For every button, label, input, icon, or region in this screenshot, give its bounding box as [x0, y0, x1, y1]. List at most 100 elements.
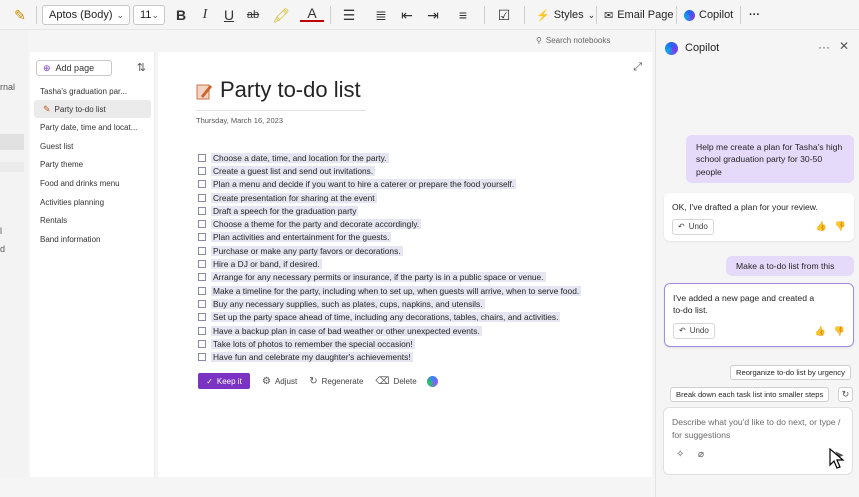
undo-button[interactable]: ↶ Undo [673, 322, 715, 339]
more-icon[interactable]: ··· [818, 40, 830, 54]
sparkle-prompts-icon[interactable]: ✧ [676, 449, 684, 460]
section-block[interactable] [0, 162, 24, 172]
todo-text[interactable]: Hire a DJ or band, if desired. [211, 259, 322, 270]
note-canvas: ⤢ Party to-do list Thursday, March 16, 2… [158, 52, 652, 477]
tag-icon[interactable]: ☑ [490, 5, 518, 25]
todo-text[interactable]: Have fun and celebrate my daughter's ach… [211, 352, 413, 363]
numbering-icon[interactable]: ≣ [368, 5, 394, 25]
styles-button[interactable]: ⚡ Styles ⌄ [536, 5, 595, 25]
email-page-button[interactable]: ✉ Email Page [604, 5, 673, 25]
page-item[interactable]: Activities planning [34, 193, 151, 211]
page-item[interactable]: Rentals [34, 211, 151, 229]
todo-text[interactable]: Have a backup plan in case of bad weathe… [211, 325, 482, 336]
todo-text[interactable]: Create a guest list and send out invitat… [211, 165, 376, 176]
attach-icon[interactable]: ⌀ [698, 449, 704, 460]
chat-composer[interactable]: Describe what you'd like to do next, or … [663, 407, 853, 475]
close-icon[interactable]: ✕ [839, 39, 849, 53]
todo-checkbox[interactable] [198, 313, 206, 322]
feedback-buttons: 👍 👎 [816, 220, 846, 233]
todo-text[interactable]: Purchase or make any party favors or dec… [211, 245, 403, 256]
todo-checkbox[interactable] [198, 246, 206, 255]
refresh-suggestions-icon[interactable]: ↻ [838, 387, 853, 402]
font-name-dropdown[interactable]: Aptos (Body) ⌄ [42, 5, 130, 25]
undo-button[interactable]: ↶ Undo [672, 219, 714, 236]
copilot-pane: Copilot ··· ✕ Help me create a plan for … [655, 30, 859, 497]
thumbs-down-icon[interactable]: 👎 [834, 325, 845, 338]
format-painter-icon[interactable]: ✎ [10, 5, 30, 25]
search-notebooks[interactable]: ⚲ Search notebooks [531, 32, 650, 48]
page-item[interactable]: Party date, time and locat... [34, 118, 151, 136]
bold-icon[interactable]: B [172, 5, 190, 25]
selected-section-block[interactable] [0, 134, 24, 150]
regenerate-button[interactable]: ↻ Regenerate [309, 376, 363, 387]
todo-item: Arrange for any necessary permits or ins… [198, 271, 638, 284]
todo-checkbox[interactable] [198, 220, 206, 229]
bullets-icon[interactable]: ☰ [336, 5, 362, 25]
todo-checkbox[interactable] [198, 339, 206, 348]
thumbs-up-icon[interactable]: 👍 [816, 220, 827, 233]
suggestion-chip[interactable]: Break down each task list into smaller s… [670, 387, 830, 402]
todo-item: Choose a theme for the party and decorat… [198, 217, 638, 230]
todo-text[interactable]: Make a timeline for the party, including… [211, 285, 582, 296]
notebook-label-fragment[interactable]: l [0, 226, 2, 236]
page-item-label: Party theme [40, 159, 84, 169]
expand-icon[interactable]: ⤢ [633, 61, 642, 74]
add-page-button[interactable]: ⊕ Add page [36, 60, 112, 76]
title-underline [196, 110, 366, 111]
todo-checkbox[interactable] [198, 193, 206, 202]
todo-text[interactable]: Choose a date, time, and location for th… [211, 152, 389, 163]
increase-indent-icon[interactable]: ⇥ [424, 5, 442, 25]
todo-checkbox[interactable] [198, 299, 206, 308]
status-bar [0, 477, 655, 497]
page-item-active[interactable]: ✎ Party to-do list [34, 100, 151, 118]
decrease-indent-icon[interactable]: ⇤ [398, 5, 416, 25]
underline-icon[interactable]: U [220, 5, 238, 25]
thumbs-up-icon[interactable]: 👍 [815, 325, 826, 338]
delete-icon: ⌫ [375, 375, 390, 387]
todo-text[interactable]: Plan activities and entertainment for th… [211, 232, 392, 243]
todo-text[interactable]: Buy any necessary supplies, such as plat… [211, 298, 485, 309]
todo-checkbox[interactable] [198, 273, 206, 282]
adjust-button[interactable]: ⚙ Adjust [262, 376, 297, 387]
page-item[interactable]: Guest list [34, 137, 151, 155]
italic-icon[interactable]: I [196, 5, 214, 25]
note-page-icon [196, 84, 212, 100]
todo-text[interactable]: Choose a theme for the party and decorat… [211, 219, 422, 230]
page-item[interactable]: Band information [34, 230, 151, 248]
todo-checkbox[interactable] [198, 153, 206, 162]
page-item[interactable]: Food and drinks menu [34, 174, 151, 192]
todo-checkbox[interactable] [198, 286, 206, 295]
highlight-icon[interactable]: 🖍 [268, 5, 294, 25]
page-item[interactable]: Party theme [34, 155, 151, 173]
todo-checkbox[interactable] [198, 233, 206, 242]
more-options-button[interactable]: ··· [749, 5, 760, 25]
thumbs-down-icon[interactable]: 👎 [835, 220, 846, 233]
todo-text[interactable]: Draft a speech for the graduation party [211, 205, 359, 216]
suggestion-chip[interactable]: Reorganize to-do list by urgency [730, 365, 851, 380]
sort-icon[interactable]: ⇅ [137, 61, 146, 74]
strikethrough-icon[interactable]: ab [244, 5, 262, 25]
todo-text[interactable]: Take lots of photos to remember the spec… [211, 338, 415, 349]
todo-text[interactable]: Set up the party space ahead of time, in… [211, 312, 561, 323]
todo-text[interactable]: Create presentation for sharing at the e… [211, 192, 377, 203]
font-color-icon[interactable]: A [300, 5, 324, 22]
font-size-dropdown[interactable]: 11 ⌄ [133, 5, 165, 25]
keep-it-button[interactable]: ✓ Keep it [198, 373, 250, 389]
page-item[interactable]: Tasha's graduation par... [34, 82, 151, 100]
copilot-icon[interactable] [426, 375, 438, 387]
notebook-label-fragment[interactable]: d [0, 244, 5, 254]
todo-checkbox[interactable] [198, 166, 206, 175]
todo-text[interactable]: Plan a menu and decide if you want to hi… [211, 179, 517, 190]
todo-checkbox[interactable] [198, 353, 206, 362]
notebook-label-fragment[interactable]: rnal [0, 82, 15, 92]
notebook-strip: rnal l d [0, 30, 28, 497]
todo-checkbox[interactable] [198, 326, 206, 335]
todo-checkbox[interactable] [198, 260, 206, 269]
copilot-ribbon-button[interactable]: Copilot [684, 5, 733, 25]
delete-button[interactable]: ⌫ Delete [375, 376, 416, 387]
todo-text[interactable]: Arrange for any necessary permits or ins… [211, 272, 546, 283]
todo-checkbox[interactable] [198, 206, 206, 215]
todo-checkbox[interactable] [198, 180, 206, 189]
align-icon[interactable]: ≡ [450, 5, 476, 25]
page-title[interactable]: Party to-do list [220, 77, 361, 103]
